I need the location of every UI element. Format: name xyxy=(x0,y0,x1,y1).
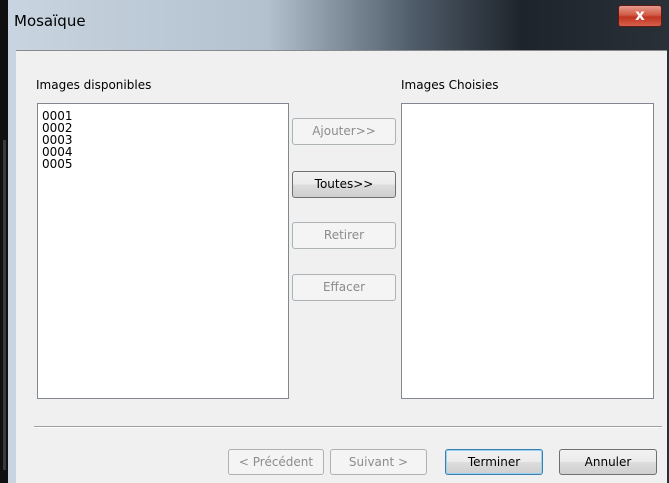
remove-button[interactable]: Retirer xyxy=(292,222,396,249)
list-item[interactable]: 0004 xyxy=(38,146,288,158)
list-item[interactable]: 0005 xyxy=(38,158,288,170)
dialog-window: Mosaïque x Images disponibles Images Cho… xyxy=(0,0,669,483)
add-button[interactable]: Ajouter>> xyxy=(292,118,396,145)
title-bar[interactable]: Mosaïque x xyxy=(8,0,669,50)
previous-button[interactable]: < Précédent xyxy=(228,449,324,475)
list-item[interactable]: 0002 xyxy=(38,122,288,134)
add-all-button[interactable]: Toutes>> xyxy=(292,171,396,198)
close-icon: x xyxy=(635,6,645,24)
chosen-images-list[interactable] xyxy=(401,103,654,399)
chosen-images-label: Images Choisies xyxy=(401,78,499,92)
background-edge xyxy=(0,0,8,483)
available-images-label: Images disponibles xyxy=(36,78,152,92)
next-button[interactable]: Suivant > xyxy=(330,449,427,475)
available-images-list[interactable]: 0001 0002 0003 0004 0005 xyxy=(37,103,289,399)
finish-button[interactable]: Terminer xyxy=(445,449,543,475)
footer-separator xyxy=(34,426,662,428)
cancel-button[interactable]: Annuler xyxy=(559,449,657,475)
list-item[interactable]: 0001 xyxy=(38,110,288,122)
dialog-body: Images disponibles Images Choisies 0001 … xyxy=(16,50,667,483)
window-title: Mosaïque xyxy=(14,12,86,30)
list-item[interactable]: 0003 xyxy=(38,134,288,146)
close-button[interactable]: x xyxy=(618,5,662,27)
clear-button[interactable]: Effacer xyxy=(292,274,396,301)
